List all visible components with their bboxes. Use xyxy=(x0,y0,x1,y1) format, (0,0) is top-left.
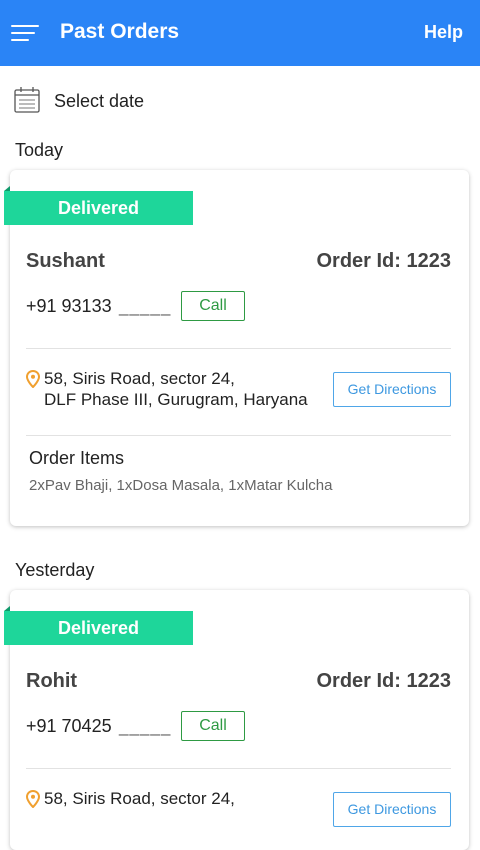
phone-number: +91 70425 xyxy=(26,716,112,736)
divider xyxy=(26,435,451,436)
status-badge: Delivered xyxy=(4,186,193,225)
order-items-label: Order Items xyxy=(29,448,125,468)
customer-name: Sushant xyxy=(26,250,105,272)
section-label-today: Today xyxy=(15,140,64,160)
select-date-button[interactable]: Select date xyxy=(14,86,214,114)
order-card[interactable]: Delivered Sushant Order Id: 1223 +91 931… xyxy=(4,170,469,526)
section-label-yesterday: Yesterday xyxy=(15,560,95,580)
get-directions-button[interactable]: Get Directions xyxy=(333,792,451,827)
phone-number: +91 93133 xyxy=(26,296,112,316)
menu-icon[interactable] xyxy=(11,25,41,43)
calendar-icon xyxy=(14,87,40,113)
delivery-address: 58, Siris Road, sector 24, xyxy=(44,788,235,809)
get-directions-button[interactable]: Get Directions xyxy=(333,372,451,407)
location-pin-icon xyxy=(26,370,40,388)
address-line-1: 58, Siris Road, sector 24, xyxy=(44,789,235,808)
customer-name: Rohit xyxy=(26,670,78,692)
phone-mask: _____ xyxy=(119,297,172,316)
page-title: Past Orders xyxy=(60,20,180,43)
app-bar: Past Orders Help xyxy=(0,0,480,66)
order-id: Order Id: 1223 xyxy=(316,670,451,692)
divider xyxy=(26,348,451,349)
select-date-label: Select date xyxy=(54,91,145,111)
delivery-address: 58, Siris Road, sector 24, DLF Phase III… xyxy=(44,368,308,410)
location-pin-icon xyxy=(26,790,40,808)
address-line-2: DLF Phase III, Gurugram, Haryana xyxy=(44,390,308,409)
call-button[interactable]: Call xyxy=(181,711,245,741)
call-button[interactable]: Call xyxy=(181,291,245,321)
status-badge: Delivered xyxy=(4,606,193,645)
help-button[interactable]: Help xyxy=(424,22,463,43)
divider xyxy=(26,768,451,769)
order-items-list: 2xPav Bhaji, 1xDosa Masala, 1xMatar Kulc… xyxy=(29,477,333,494)
address-line-1: 58, Siris Road, sector 24, xyxy=(44,369,235,388)
order-id: Order Id: 1223 xyxy=(316,250,451,272)
order-card[interactable]: Delivered Rohit Order Id: 1223 +91 70425… xyxy=(4,590,469,850)
phone-mask: _____ xyxy=(119,717,172,736)
